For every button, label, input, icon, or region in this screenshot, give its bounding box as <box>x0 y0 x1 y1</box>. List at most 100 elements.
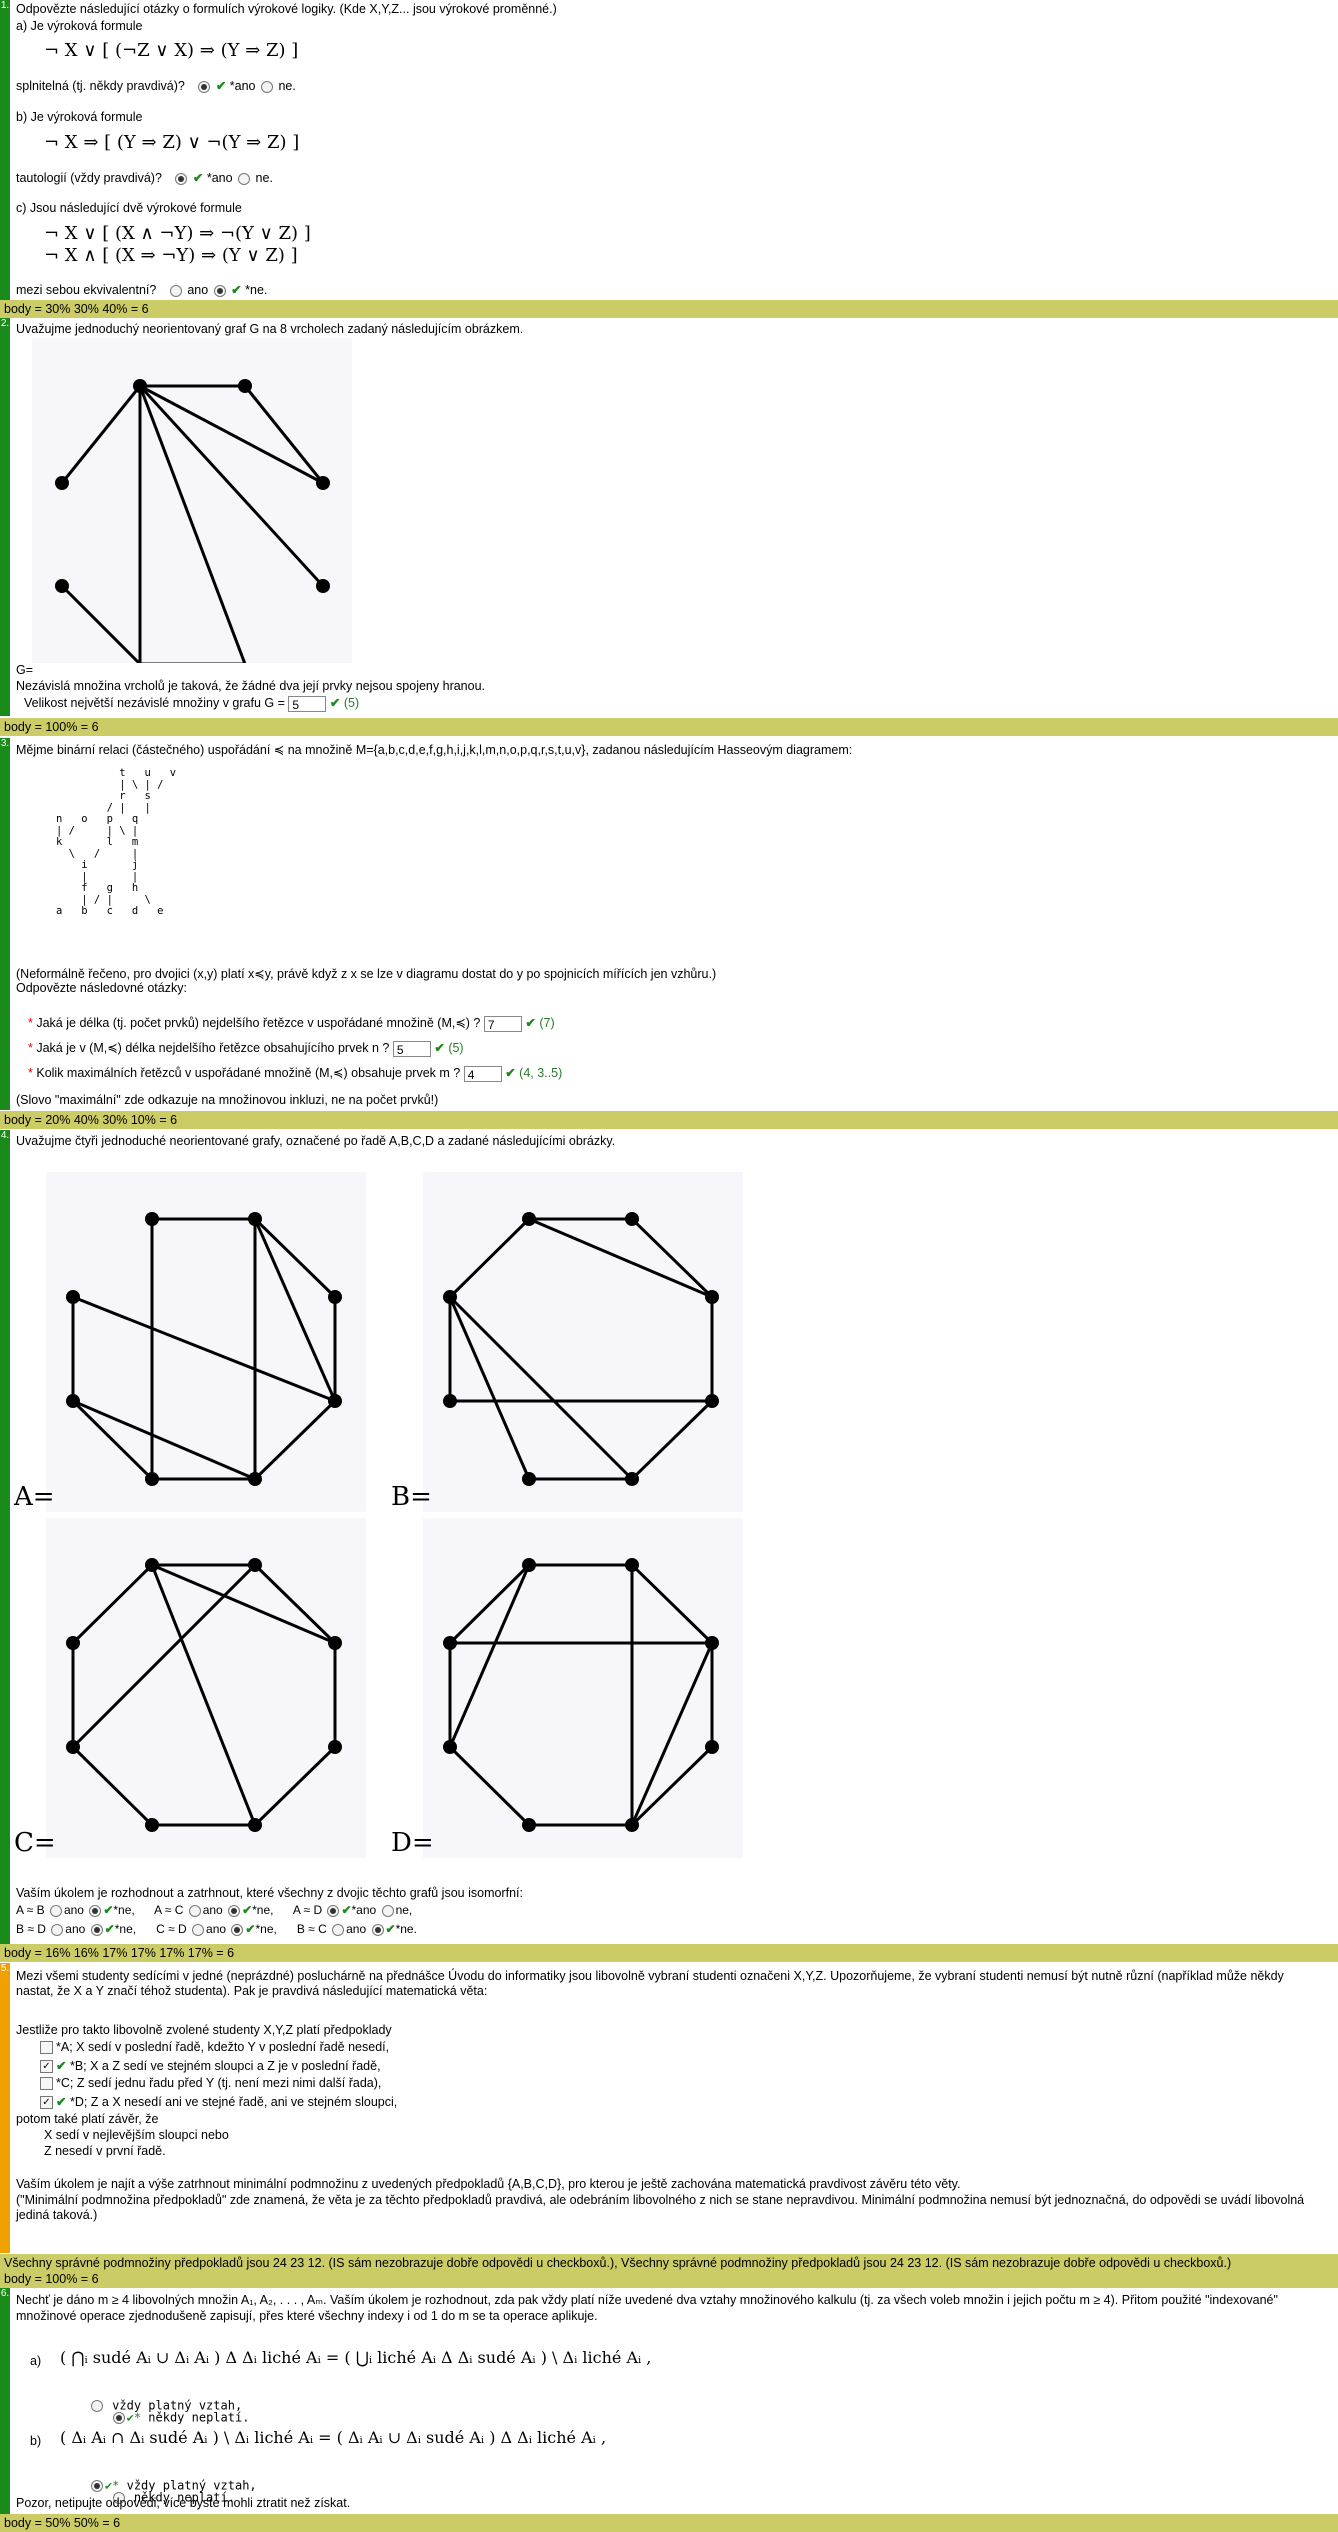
hasse-line: r s <box>56 790 151 802</box>
star-marker: * <box>112 2478 120 2492</box>
pair-label: B ≈ C <box>296 1922 327 1936</box>
informal-note: (Neformálně řečeno, pro dvojici (x,y) pl… <box>16 967 717 981</box>
question-status-bar <box>0 738 10 1110</box>
warning-text: Pozor, netipujte odpovědi, více byste mo… <box>16 2496 351 2510</box>
radio-no[interactable] <box>90 1923 103 1936</box>
vertex <box>316 579 330 593</box>
answer-input[interactable]: 4 <box>463 1065 502 1082</box>
checkbox[interactable]: ✓ <box>40 2096 53 2110</box>
option-text: *C; Z sedí jednu řadu před Y (tj. není m… <box>56 2076 382 2090</box>
question-5: 5. Mezi všemi studenty sedícími v jedné … <box>0 1963 1338 2253</box>
premise-option: ✓ ✔ *D; Z a X nesedí ani ve stejné řadě, … <box>40 2094 397 2110</box>
graph-label-a: A= <box>14 1482 55 1512</box>
option-no-label: ne, <box>395 1903 413 1917</box>
radio-no[interactable] <box>231 1923 244 1936</box>
radio-no[interactable] <box>261 80 273 93</box>
points-text: body = 100% = 6 <box>4 2272 99 2286</box>
checkbox[interactable] <box>40 2077 53 2091</box>
graph-b <box>443 1212 719 1486</box>
question-status-bar <box>0 318 10 716</box>
check-icon: ✔ <box>245 1922 256 1936</box>
question-c-text: mezi sebou ekvivalentní? <box>16 283 157 297</box>
formula-a-label: a) <box>30 2354 42 2368</box>
radio-no[interactable] <box>371 1923 384 1936</box>
question-a-text: splnitelná (tj. někdy pravdivá)? <box>16 79 185 93</box>
check-icon: ✔ <box>505 1066 516 1080</box>
subquestion-text: Jaká je v (M,≼) délka nejdelšího řetězce… <box>36 1041 390 1055</box>
checkbox[interactable]: ✓ <box>40 2060 53 2074</box>
radio-yes[interactable] <box>169 284 182 297</box>
option-no-label: *ne, <box>114 1922 137 1936</box>
checkbox[interactable] <box>40 2041 53 2055</box>
question-2: 2. Uvažujme jednoduchý neorientovaný gra… <box>0 318 1338 716</box>
option-sometimes-label: někdy neplatí. <box>148 2410 250 2424</box>
pair-label: A ≈ D <box>292 1903 323 1917</box>
premise-text: Jestliže pro takto libovolně zvolené stu… <box>16 2023 392 2037</box>
radio-always[interactable] <box>90 2479 103 2492</box>
answer-input[interactable]: 5 <box>392 1040 431 1057</box>
hasse-line: f g h <box>56 882 139 894</box>
summary-text: Všechny správné podmnožiny předpokladů j… <box>4 2256 1232 2270</box>
question-number: 4. <box>0 1130 10 1141</box>
radio-always[interactable] <box>90 2399 103 2412</box>
correct-answer: (7) <box>539 1016 555 1030</box>
answer-row-b: tautologií (vždy pravdivá)? ✔ *ano ne. <box>16 170 273 185</box>
star-marker: * <box>133 2410 142 2424</box>
question-number: 1. <box>0 0 10 11</box>
graph-d <box>443 1558 719 1832</box>
question-3: 3. Mějme binární relaci (částečného) usp… <box>0 738 1338 1110</box>
hasse-line: k l m <box>56 836 139 848</box>
option-no-label: *ne, <box>255 1922 277 1936</box>
option-no-label: *ne, <box>252 1903 274 1917</box>
graph-d-figure <box>423 1518 743 1858</box>
question-intro: Mějme binární relaci (částečného) uspořá… <box>16 743 853 757</box>
pair-row: A ≈ B ano ✔*ne, A ≈ C ano ✔*ne, A ≈ D ✔*… <box>16 1903 412 1917</box>
formula-a: ( ⋂ᵢ sudé Aᵢ ∪ Δᵢ Aᵢ ) Δ Δᵢ liché Aᵢ = (… <box>60 2348 652 2367</box>
radio-no[interactable] <box>238 172 251 185</box>
option-text: *B; X a Z sedí ve stejném sloupci a Z je… <box>69 2059 381 2073</box>
radio-yes[interactable] <box>49 1904 62 1917</box>
graph-c-figure <box>46 1518 366 1858</box>
graph-b-figure <box>423 1172 743 1512</box>
question-intro: Odpovězte následující otázky o formulích… <box>16 2 557 16</box>
radio-yes[interactable] <box>332 1923 345 1936</box>
answer-input[interactable]: 5 <box>288 695 327 712</box>
answer-input[interactable]: 7 <box>483 1015 522 1032</box>
radio-yes[interactable] <box>188 1904 201 1917</box>
check-icon: ✔ <box>434 1041 445 1055</box>
question-number: 3. <box>0 738 10 749</box>
answer-prompt: Odpovězte následovné otázky: <box>16 981 187 995</box>
points-bar: body = 30% 30% 40% = 6 <box>0 300 1338 318</box>
graph-a-figure <box>46 1172 366 1512</box>
premise-option: ✓ ✔ *B; X a Z sedí ve stejném sloupci a Z… <box>40 2058 381 2074</box>
option-yes-label: *ano <box>351 1903 377 1917</box>
pair-label: B ≈ D <box>16 1922 46 1936</box>
check-icon: ✔ <box>385 1922 396 1936</box>
radio-yes[interactable] <box>327 1904 340 1917</box>
summary-bar: Všechny správné podmnožiny předpokladů j… <box>0 2254 1338 2288</box>
conclusion-intro: potom také platí závěr, že <box>16 2112 159 2126</box>
option-yes-label: ano <box>346 1922 367 1936</box>
question-intro: Nechť je dáno m ≥ 4 libovolných množin A… <box>16 2293 1278 2323</box>
check-icon: ✔ <box>341 1903 352 1917</box>
radio-yes[interactable] <box>175 172 188 185</box>
option-yes-label: ano <box>187 283 209 297</box>
radio-sometimes[interactable] <box>112 2411 125 2424</box>
question-status-bar <box>0 1130 10 1944</box>
radio-no[interactable] <box>381 1904 394 1917</box>
radio-no[interactable] <box>228 1904 241 1917</box>
option-yes-label: ano <box>65 1922 86 1936</box>
check-icon: ✔ <box>126 2410 134 2424</box>
formula-b-label: b) <box>30 2434 42 2448</box>
correct-answer: (4, 3..5) <box>519 1066 563 1080</box>
points-bar: body = 16% 16% 17% 17% 17% 17% = 6 <box>0 1944 1338 1962</box>
radio-yes[interactable] <box>198 80 211 93</box>
subquestion-row: * Jaká je délka (tj. počet prvků) nejdel… <box>28 1015 555 1032</box>
hasse-line: i j <box>56 859 139 871</box>
radio-no[interactable] <box>89 1904 102 1917</box>
radio-no[interactable] <box>213 284 226 297</box>
radio-yes[interactable] <box>192 1923 205 1936</box>
answer-row-a: splnitelná (tj. někdy pravdivá)? ✔ *ano … <box>16 78 296 93</box>
radio-yes[interactable] <box>51 1923 64 1936</box>
points-bar: body = 50% 50% = 6 <box>0 2514 1338 2532</box>
